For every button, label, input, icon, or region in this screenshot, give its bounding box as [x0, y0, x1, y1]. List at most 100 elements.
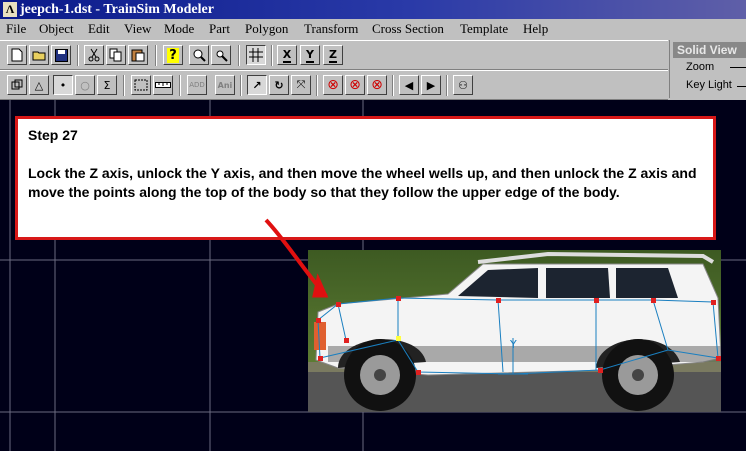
menu-edit[interactable]: Edit: [86, 21, 112, 37]
zoom-out-icon: [216, 50, 228, 62]
step-text: Lock the Z axis, unlock the Y axis, and …: [28, 165, 697, 200]
lock-x-button[interactable]: X: [277, 45, 297, 65]
toolbar-separator: [77, 45, 79, 66]
ruler-icon: [155, 82, 171, 88]
previous-icon: ◀: [404, 78, 414, 92]
toolbar-separator: [446, 75, 448, 96]
toolbar-separator: [238, 45, 240, 66]
instruction-callout: Step 27 Lock the Z axis, unlock the Y ax…: [15, 116, 716, 240]
menu-help[interactable]: Help: [521, 21, 550, 37]
select-circle-button[interactable]: ○: [75, 75, 95, 95]
no-y-button[interactable]: ⊗: [345, 75, 365, 95]
menu-view[interactable]: View: [122, 21, 153, 37]
binoculars-button[interactable]: ⚇: [453, 75, 473, 95]
binoculars-icon: ⚇: [458, 78, 468, 92]
toolbar-separator: [316, 75, 318, 96]
select-point-button[interactable]: •: [53, 75, 73, 95]
animation-icon: Ani: [217, 80, 233, 90]
cut-icon: [88, 48, 100, 62]
toolbar-separator: [392, 75, 394, 96]
solid-view-panel: Solid View Zoom Key Light: [669, 40, 746, 98]
zoom-out-button[interactable]: [211, 45, 231, 65]
jeep-illustration: Y: [308, 250, 721, 412]
previous-button[interactable]: ◀: [399, 75, 419, 95]
main-toolbar: ? X Y Z: [0, 40, 668, 70]
toolbar-separator: [179, 75, 181, 96]
y-axis-label: Y: [509, 338, 517, 351]
move-button[interactable]: ↗: [247, 75, 267, 95]
lock-x-icon: X: [282, 47, 292, 63]
zoom-label: Zoom: [686, 61, 715, 73]
select-point-icon: •: [59, 78, 67, 92]
cut-button[interactable]: [84, 45, 104, 65]
add-button[interactable]: ADD: [187, 75, 207, 95]
no-y-icon: ⊗: [349, 77, 361, 93]
no-z-icon: ⊗: [371, 77, 383, 93]
menu-bar: File Object Edit View Mode Part Polygon …: [0, 19, 746, 39]
select-sum-button[interactable]: Σ: [97, 75, 117, 95]
toolbar-separator: [155, 45, 157, 66]
next-icon: ▶: [426, 78, 436, 92]
select-circle-icon: ○: [80, 78, 90, 92]
modeling-viewport[interactable]: Step 27 Lock the Z axis, unlock the Y ax…: [0, 100, 746, 451]
add-icon: ADD: [189, 81, 205, 89]
vehicle-reference-photo: Y: [308, 250, 721, 412]
menu-template[interactable]: Template: [458, 21, 510, 37]
select-triangle-icon: △: [34, 78, 44, 92]
paste-icon: [131, 49, 145, 62]
scale-button[interactable]: ⤧: [291, 75, 311, 95]
ruler-button[interactable]: [153, 75, 173, 95]
rotate-button[interactable]: ↻: [269, 75, 289, 95]
menu-part[interactable]: Part: [207, 21, 232, 37]
grid-icon: [249, 48, 263, 62]
save-button[interactable]: [51, 45, 71, 65]
lock-y-icon: Y: [306, 47, 314, 63]
grid-button[interactable]: [246, 45, 266, 65]
help-icon: ?: [167, 47, 179, 63]
title-bar[interactable]: Λ jeepch-1.dst - TrainSim Modeler: [0, 0, 746, 19]
lock-z-icon: Z: [329, 47, 337, 63]
zoom-in-button[interactable]: [189, 45, 209, 65]
open-icon: [32, 51, 46, 61]
no-z-button[interactable]: ⊗: [367, 75, 387, 95]
scale-icon: ⤧: [296, 78, 306, 91]
toolbar-separator: [240, 75, 242, 96]
key-light-slider[interactable]: [737, 86, 746, 87]
zoom-slider[interactable]: [730, 67, 746, 68]
new-icon: [11, 48, 23, 62]
menu-cross-section[interactable]: Cross Section: [370, 21, 446, 37]
help-button[interactable]: ?: [163, 45, 183, 65]
next-button[interactable]: ▶: [421, 75, 441, 95]
new-button[interactable]: [7, 45, 27, 65]
menu-polygon[interactable]: Polygon: [243, 21, 290, 37]
save-icon: [54, 48, 68, 62]
select-square-icon: [11, 79, 23, 90]
zoom-in-icon: [193, 49, 206, 62]
key-light-label: Key Light: [686, 79, 732, 91]
paste-button[interactable]: [128, 45, 148, 65]
lock-z-button[interactable]: Z: [323, 45, 343, 65]
select-sum-icon: Σ: [103, 78, 111, 92]
select-triangle-button[interactable]: △: [29, 75, 49, 95]
menu-file[interactable]: File: [4, 21, 28, 37]
move-icon: ↗: [252, 78, 262, 92]
copy-button[interactable]: [106, 45, 126, 65]
app-icon[interactable]: Λ: [3, 2, 17, 17]
animation-button[interactable]: Ani: [215, 75, 235, 95]
lock-y-button[interactable]: Y: [300, 45, 320, 65]
rotate-icon: ↻: [274, 78, 284, 92]
marquee-select-icon: [134, 79, 148, 91]
window-title: jeepch-1.dst - TrainSim Modeler: [20, 2, 214, 17]
open-button[interactable]: [29, 45, 49, 65]
menu-object[interactable]: Object: [37, 21, 76, 37]
marquee-select-button[interactable]: [131, 75, 151, 95]
toolbar-separator: [123, 75, 125, 96]
copy-icon: [109, 48, 122, 62]
select-square-button[interactable]: [7, 75, 27, 95]
solid-view-title: Solid View: [673, 42, 746, 58]
edit-toolbar: △ • ○ Σ ADD Ani ↗ ↻ ⤧ ⊗ ⊗ ⊗ ◀ ▶ ⚇: [0, 70, 668, 100]
menu-mode[interactable]: Mode: [162, 21, 196, 37]
no-x-button[interactable]: ⊗: [323, 75, 343, 95]
menu-transform[interactable]: Transform: [302, 21, 360, 37]
toolbar-separator: [271, 45, 273, 66]
